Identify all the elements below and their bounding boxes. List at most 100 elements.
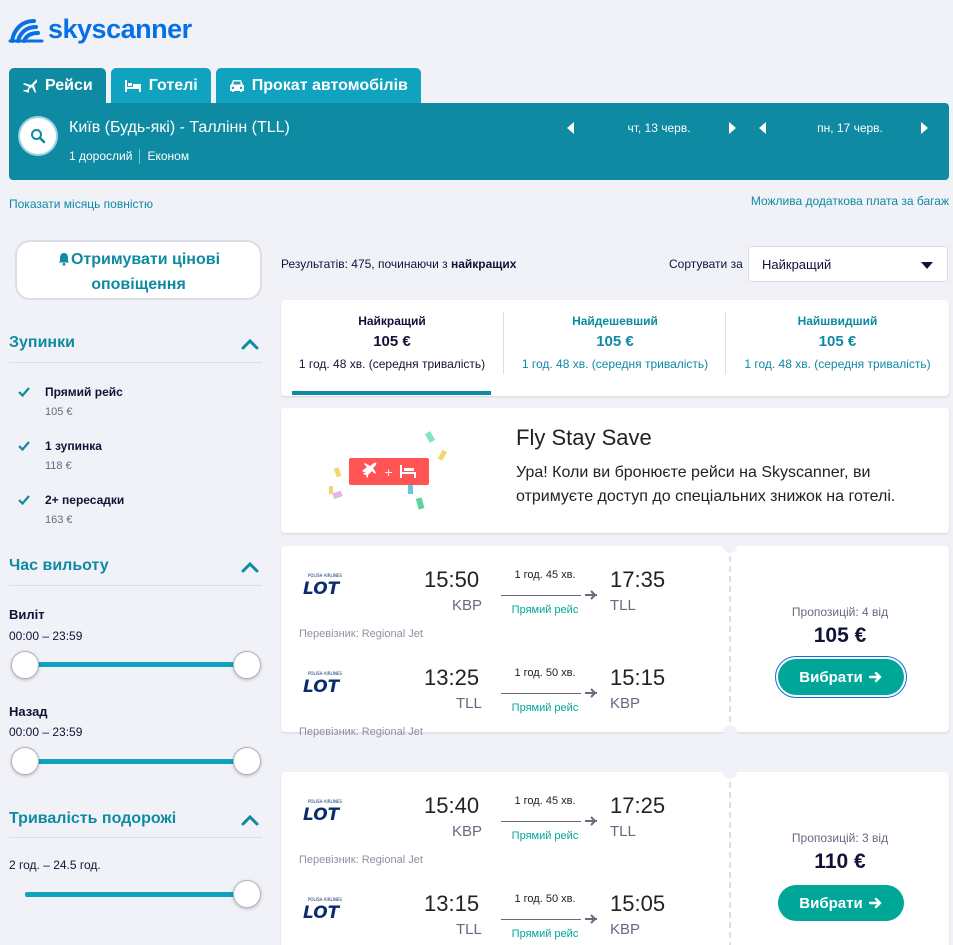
sort-tabs: Найкращий 105 € 1 год. 48 хв. (середня т… [281, 300, 949, 396]
divider [9, 837, 262, 838]
search-icon [31, 129, 46, 144]
departure-time-filter-title[interactable]: Час вильоту [9, 557, 109, 575]
svg-text:POLISH AIRLINES: POLISH AIRLINES [308, 799, 342, 804]
tab-car-hire[interactable]: Прокат автомобілів [215, 68, 421, 103]
departure-airport: TLL [456, 921, 482, 938]
chevron-up-icon[interactable] [241, 814, 259, 826]
svg-text:LOT: LOT [303, 903, 341, 920]
tab-hotels-label: Готелі [148, 76, 198, 94]
card-notch [723, 539, 737, 553]
stops-filter-title[interactable]: Зупинки [9, 334, 75, 352]
offers-count: Пропозицій: 4 від [791, 605, 889, 619]
plane-icon [585, 688, 597, 698]
stops-option-label: 2+ пересадки [45, 493, 125, 507]
plane-icon [585, 590, 597, 600]
stops-option-label: 1 зупинка [45, 439, 102, 453]
checkmark-icon [18, 387, 30, 398]
arrival-time: 17:25 [610, 793, 666, 818]
depart-date[interactable]: чт, 13 черв. [586, 121, 732, 135]
return-slider-min-handle[interactable] [11, 747, 39, 775]
sort-tab-duration: 1 год. 48 хв. (середня тривалість) [744, 357, 931, 371]
promo-text: Ура! Коли ви бронюєте рейси на Skyscanne… [516, 464, 896, 505]
return-next-day-arrow-icon[interactable] [921, 122, 928, 134]
search-summary-bar: Київ (Будь-які) - Таллінн (TLL) 1 доросл… [9, 103, 949, 180]
depart-next-day-arrow-icon[interactable] [729, 122, 736, 134]
duration-slider-handle[interactable] [233, 880, 261, 908]
return-slider-track[interactable] [25, 759, 247, 764]
tab-hotels[interactable]: Готелі [110, 68, 211, 103]
chevron-up-icon[interactable] [241, 561, 259, 573]
outbound-slider-max-handle[interactable] [233, 651, 261, 679]
stops-option-price: 163 € [45, 514, 73, 526]
return-label: Назад [9, 704, 48, 719]
svg-text:POLISH AIRLINES: POLISH AIRLINES [308, 897, 342, 902]
chevron-up-icon[interactable] [241, 338, 259, 350]
show-whole-month-link[interactable]: Показати місяць повністю [9, 197, 153, 211]
journey-duration-filter-title[interactable]: Тривалість подорожі [9, 810, 176, 828]
flight-result-card[interactable]: POLISH AIRLINES LOT 15:50 KBP 1 год. 45 х… [281, 546, 949, 738]
return-slider-max-handle[interactable] [233, 747, 261, 775]
divider [9, 362, 262, 363]
fly-stay-save-banner[interactable]: + Fly Stay Save Ура! Коли ви бронюєте ре… [281, 408, 949, 533]
flight-path-line [501, 919, 581, 920]
plane-icon [23, 78, 37, 93]
sort-tab-duration: 1 год. 48 хв. (середня тривалість) [521, 357, 709, 371]
car-icon [229, 79, 244, 92]
svg-text:+: + [384, 466, 393, 479]
stops-info: Прямий рейс [511, 830, 579, 842]
checkbox-direct[interactable] [16, 384, 32, 400]
stops-option-price: 118 € [45, 460, 72, 472]
sort-tab-fastest[interactable]: Найшвидший 105 € 1 год. 48 хв. (середня … [726, 300, 949, 396]
return-prev-day-arrow-icon[interactable] [759, 122, 766, 134]
arrival-time: 17:35 [610, 567, 666, 592]
sort-tab-cheapest[interactable]: Найдешевший 105 € 1 год. 48 хв. (середня… [504, 300, 726, 396]
checkbox-one-stop[interactable] [16, 438, 32, 454]
outbound-slider-track[interactable] [25, 662, 247, 667]
price-alerts-button[interactable]: Отримувати цінові оповіщення [15, 240, 262, 300]
skyscanner-logo[interactable]: skyscanner [8, 12, 192, 46]
svg-text:LOT: LOT [303, 677, 341, 694]
depart-prev-day-arrow-icon[interactable] [567, 122, 574, 134]
outbound-label: Виліт [9, 607, 45, 622]
svg-text:LOT: LOT [303, 805, 341, 822]
offers-count: Пропозицій: 3 від [791, 831, 889, 845]
results-count: Результатів: 475, починаючи з найкращих [281, 257, 516, 271]
return-time-range: 00:00 – 23:59 [9, 725, 83, 739]
outbound-time-range: 00:00 – 23:59 [9, 629, 83, 643]
svg-text:POLISH AIRLINES: POLISH AIRLINES [308, 573, 342, 578]
return-date[interactable]: пн, 17 черв. [777, 121, 923, 135]
sort-tab-title: Найкращий [358, 314, 426, 328]
arrival-airport: TLL [610, 597, 636, 614]
stops-info: Прямий рейс [511, 604, 579, 616]
search-passengers[interactable]: 1 дорослий Економ [69, 149, 189, 164]
checkbox-two-plus-stops[interactable] [16, 492, 32, 508]
flight-path-line [501, 595, 581, 596]
departure-airport: KBP [452, 823, 483, 840]
select-flight-button[interactable]: Вибрати [775, 656, 907, 698]
leg-duration: 1 год. 45 хв. [514, 795, 576, 807]
sort-dropdown[interactable]: Найкращий [748, 246, 948, 282]
leg-duration: 1 год. 50 хв. [514, 667, 576, 679]
card-notch [723, 725, 737, 739]
baggage-fees-link[interactable]: Можлива додаткова плата за багаж [751, 194, 949, 208]
sort-tab-title: Найдешевший [572, 314, 658, 328]
select-flight-label: Вибрати [799, 668, 863, 686]
stops-info: Прямий рейс [511, 928, 579, 940]
edit-search-button[interactable] [20, 118, 56, 154]
tab-flights[interactable]: Рейси [9, 68, 106, 103]
sort-tab-price: 105 € [818, 333, 857, 350]
lot-airline-logo-icon: POLISH AIRLINESLOT [303, 799, 342, 822]
select-flight-button[interactable]: Вибрати [778, 885, 904, 921]
outbound-slider-min-handle[interactable] [11, 651, 39, 679]
leg-duration: 1 год. 50 хв. [514, 893, 576, 905]
duration-slider-track[interactable] [25, 892, 247, 897]
dropdown-caret-icon [921, 262, 933, 269]
flight-result-card[interactable]: POLISH AIRLINES LOT 15:40 KBP 1 год. 45 х… [281, 772, 949, 945]
stops-info: Прямий рейс [511, 702, 579, 714]
carrier-info: Перевізник: Regional Jet [299, 726, 423, 738]
duration-range: 2 год. – 24.5 год. [9, 858, 101, 872]
sort-tab-best[interactable]: Найкращий 105 € 1 год. 48 хв. (середня т… [281, 300, 503, 396]
passengers-label: 1 дорослий [69, 149, 133, 163]
search-route[interactable]: Київ (Будь-які) - Таллінн (TLL) [69, 119, 290, 137]
lot-airline-logo-icon: POLISH AIRLINESLOT [303, 573, 342, 596]
